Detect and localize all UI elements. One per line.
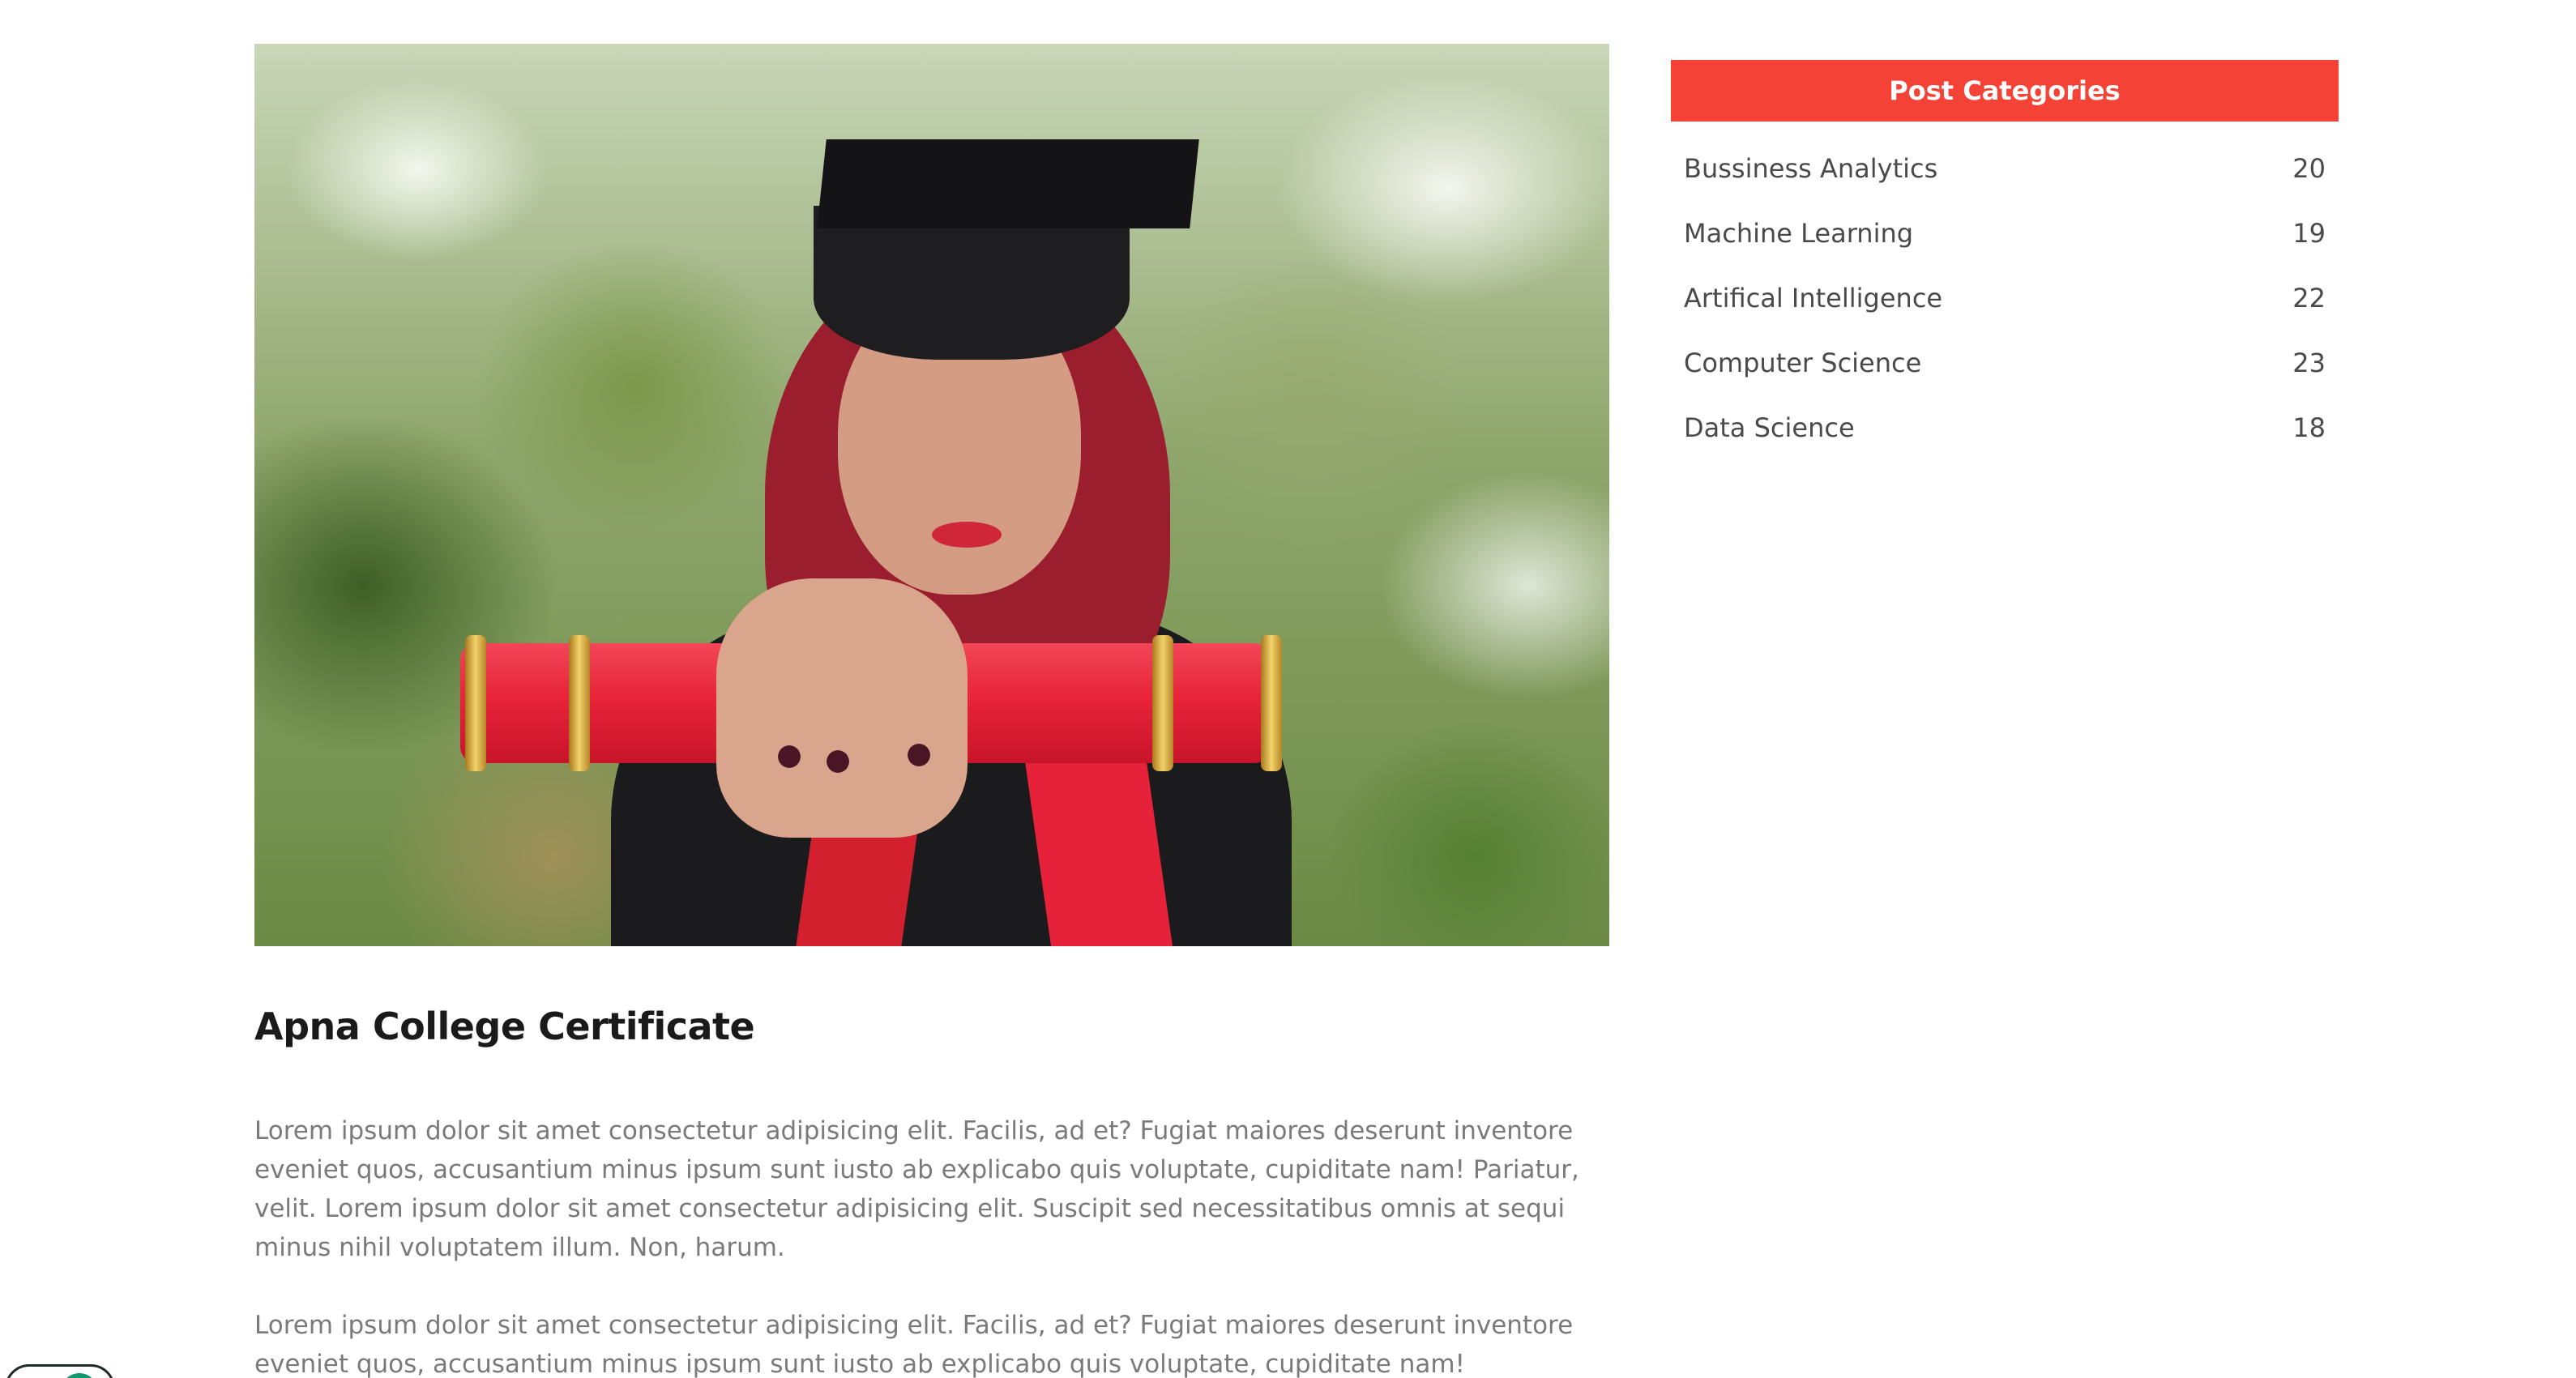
- category-count: 18: [2292, 412, 2326, 443]
- scroll-gold-band: [569, 635, 590, 771]
- category-item-machine-learning[interactable]: Machine Learning 19: [1671, 201, 2339, 266]
- category-label: Data Science: [1684, 412, 1855, 443]
- category-count: 19: [2292, 218, 2326, 249]
- category-item-data-science[interactable]: Data Science 18: [1671, 395, 2339, 460]
- chat-widget-icon[interactable]: [5, 1364, 115, 1378]
- category-label: Computer Science: [1684, 348, 1922, 378]
- category-list: Bussiness Analytics 20 Machine Learning …: [1671, 136, 2339, 460]
- category-label: Machine Learning: [1684, 218, 1914, 249]
- category-count: 23: [2292, 348, 2326, 378]
- graduation-cap-band: [814, 206, 1130, 360]
- article-hero-image: [254, 44, 1609, 946]
- painted-nails: [773, 740, 935, 773]
- scroll-gold-band: [465, 635, 486, 771]
- category-label: Bussiness Analytics: [1684, 153, 1938, 184]
- lips: [932, 522, 1002, 548]
- category-label: Artifical Intelligence: [1684, 283, 1943, 314]
- category-count: 20: [2292, 153, 2326, 184]
- hand: [716, 578, 968, 838]
- graduation-cap-top: [817, 139, 1199, 228]
- categories-sidebar: Post Categories Bussiness Analytics 20 M…: [1671, 60, 2339, 460]
- chat-widget-dot: [61, 1373, 98, 1378]
- category-item-artificial-intelligence[interactable]: Artifical Intelligence 22: [1671, 266, 2339, 331]
- scroll-gold-band: [1152, 635, 1173, 771]
- category-item-business-analytics[interactable]: Bussiness Analytics 20: [1671, 136, 2339, 201]
- article-title: Apna College Certificate: [254, 1005, 755, 1048]
- article-paragraph: Lorem ipsum dolor sit amet consectetur a…: [254, 1116, 1579, 1262]
- category-item-computer-science[interactable]: Computer Science 23: [1671, 331, 2339, 395]
- blog-post-page: Apna College Certificate Lorem ipsum dol…: [0, 0, 2576, 1378]
- sidebar-heading: Post Categories: [1671, 60, 2339, 122]
- category-count: 22: [2292, 283, 2326, 314]
- scroll-gold-band: [1261, 635, 1282, 771]
- article-paragraph: Lorem ipsum dolor sit amet consectetur a…: [254, 1311, 1574, 1378]
